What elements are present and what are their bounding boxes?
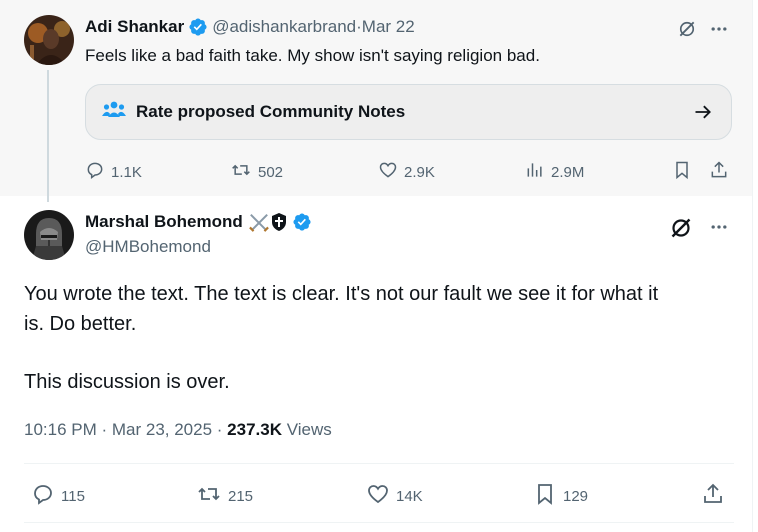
parent-avatar[interactable]	[24, 15, 74, 65]
parent-tweet-header: Adi Shankar @adishankarbrand · Mar 22	[85, 17, 415, 37]
main-tweet-line-2: is. Do better.	[24, 313, 137, 335]
meta-separator: ·	[212, 420, 228, 439]
parent-reply-count: 1.1K	[111, 163, 142, 181]
meta-separator: ·	[96, 420, 112, 439]
tweet-time[interactable]: 10:16 PM	[24, 420, 97, 439]
main-tweet-text: You wrote the text. The text is clear. I…	[24, 279, 734, 397]
parent-repost-count: 502	[258, 163, 284, 181]
grok-icon[interactable]	[676, 18, 698, 40]
reply-icon	[31, 482, 55, 510]
parent-reply-button[interactable]: 1.1K	[85, 160, 142, 184]
main-tweet-line-3: This discussion is over.	[24, 371, 230, 393]
verified-badge-icon	[292, 212, 312, 232]
community-notes-card[interactable]: Rate proposed Community Notes	[85, 84, 732, 140]
parent-like-count: 2.9K	[404, 163, 435, 181]
main-like-count: 14K	[396, 487, 423, 505]
main-tweet-header: Marshal Bohemond	[85, 212, 316, 232]
heart-icon	[366, 482, 390, 510]
analytics-icon	[525, 160, 545, 184]
more-options-icon[interactable]	[708, 216, 730, 238]
bookmark-icon	[533, 482, 557, 510]
parent-views-button[interactable]: 2.9M	[525, 160, 584, 184]
more-options-icon[interactable]	[708, 18, 730, 40]
main-repost-button[interactable]: 215	[196, 482, 253, 510]
main-author-name[interactable]: Marshal Bohemond	[85, 212, 243, 232]
main-author-handle[interactable]: @HMBohemond	[85, 237, 211, 257]
main-share-icon[interactable]	[700, 481, 726, 507]
thread-connector-line	[47, 70, 49, 202]
main-repost-count: 215	[228, 487, 254, 505]
divider-top	[24, 463, 734, 464]
main-like-button[interactable]: 14K	[366, 482, 423, 510]
parent-tweet-text: Feels like a bad faith take. My show isn…	[85, 46, 540, 65]
community-people-icon	[102, 100, 126, 125]
verified-badge-icon	[188, 17, 208, 37]
parent-author-handle[interactable]: @adishankarbrand	[212, 17, 356, 37]
reply-icon	[85, 160, 105, 184]
parent-like-button[interactable]: 2.9K	[378, 160, 435, 184]
swords-shield-emoji	[248, 212, 288, 232]
main-avatar[interactable]	[24, 210, 74, 260]
tweet-metadata: 10:16 PM · Mar 23, 2025 · 237.3K Views	[24, 420, 332, 440]
repost-icon	[230, 160, 252, 184]
main-reply-count: 115	[61, 487, 85, 505]
community-notes-label: Rate proposed Community Notes	[136, 102, 406, 121]
parent-repost-button[interactable]: 502	[230, 160, 283, 184]
tweet-date[interactable]: Mar 23, 2025	[112, 420, 212, 439]
main-tweet-line-1: You wrote the text. The text is clear. I…	[24, 283, 659, 305]
parent-tweet-date[interactable]: Mar 22	[362, 17, 415, 37]
repost-icon	[196, 482, 222, 510]
parent-bookmark-icon[interactable]	[671, 159, 693, 181]
tweet-thread: Adi Shankar @adishankarbrand · Mar 22 Fe…	[0, 0, 758, 532]
views-label: Views	[282, 420, 332, 439]
views-count: 237.3K	[227, 420, 282, 439]
main-reply-button[interactable]: 115	[31, 482, 85, 510]
main-bookmark-button[interactable]: 129	[533, 482, 588, 510]
column-border	[752, 0, 753, 532]
grok-icon[interactable]	[668, 215, 694, 241]
heart-icon	[378, 160, 398, 184]
parent-views-count: 2.9M	[551, 163, 585, 181]
main-bookmark-count: 129	[563, 487, 589, 505]
divider-bottom	[24, 522, 734, 523]
parent-share-icon[interactable]	[708, 159, 730, 181]
parent-author-name[interactable]: Adi Shankar	[85, 17, 184, 37]
arrow-right-icon	[693, 102, 713, 127]
